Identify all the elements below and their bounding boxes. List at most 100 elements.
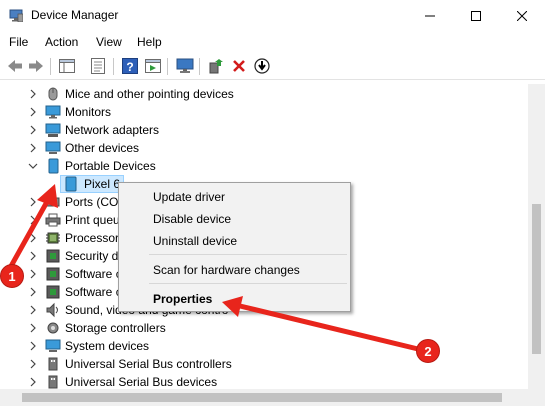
port-icon: [46, 197, 60, 207]
toolbar-separator: [167, 58, 168, 75]
chevron-right-icon[interactable]: [28, 89, 38, 99]
toolbar-separator: [199, 58, 200, 75]
update-driver-button[interactable]: [206, 57, 225, 75]
mouse-icon: [48, 87, 58, 101]
tree-item[interactable]: Network adapters: [4, 121, 524, 139]
menu-item-label: Uninstall device: [153, 234, 238, 248]
tree-item-label: Processors: [65, 231, 126, 245]
toolbar-separator: [50, 58, 51, 75]
minimize-icon: [425, 15, 435, 16]
toolbar: ?: [0, 53, 545, 80]
processor-icon: [46, 232, 60, 244]
tree-item-label: Universal Serial Bus devices: [65, 375, 218, 389]
minimize-button[interactable]: [407, 0, 453, 31]
chevron-right-icon[interactable]: [28, 305, 38, 315]
tree-item[interactable]: Other devices: [4, 139, 524, 157]
toolbar-separator: [113, 58, 114, 75]
show-hide-tree-button[interactable]: [57, 57, 76, 75]
tree-item-label: Monitors: [65, 105, 112, 119]
chevron-right-icon[interactable]: [28, 377, 38, 387]
menu-file[interactable]: File: [9, 35, 28, 49]
usb-icon: [48, 375, 58, 389]
vertical-scroll-thumb[interactable]: [532, 204, 541, 354]
run-icon: [144, 59, 161, 73]
menu-item-label: Properties: [153, 292, 213, 306]
chevron-right-icon[interactable]: [28, 323, 38, 333]
close-button[interactable]: [499, 0, 545, 31]
menu-action[interactable]: Action: [45, 35, 78, 49]
close-icon: [517, 10, 527, 21]
horizontal-scrollbar[interactable]: [0, 389, 528, 406]
vertical-scrollbar[interactable]: [528, 84, 545, 389]
usb-icon: [48, 357, 58, 371]
maximize-button[interactable]: [453, 0, 499, 31]
horizontal-scroll-thumb[interactable]: [22, 393, 502, 402]
uninstall-button[interactable]: [229, 57, 248, 75]
chevron-right-icon[interactable]: [28, 215, 38, 225]
other-device-icon: [45, 141, 61, 154]
menu-disable-device[interactable]: Disable device: [119, 207, 350, 229]
help-icon: ?: [121, 58, 138, 74]
forward-arrow-icon: [28, 60, 43, 72]
chevron-right-icon[interactable]: [28, 197, 38, 207]
chevron-right-icon[interactable]: [28, 125, 38, 135]
tree-item[interactable]: Universal Serial Bus controllers: [4, 355, 524, 373]
menu-properties[interactable]: Properties: [119, 287, 350, 309]
help-button[interactable]: ?: [120, 57, 139, 75]
tree-item[interactable]: Portable Devices: [4, 157, 524, 175]
tree-item[interactable]: Storage controllers: [4, 319, 524, 337]
chevron-right-icon[interactable]: [28, 233, 38, 243]
software-icon: [46, 267, 60, 281]
menu-view[interactable]: View: [96, 35, 122, 49]
tree-item-label: Other devices: [65, 141, 140, 155]
download-circle-icon: [253, 58, 270, 74]
step-badge-2: 2: [416, 339, 440, 363]
chevron-right-icon[interactable]: [28, 269, 38, 279]
menu-update-driver[interactable]: Update driver: [119, 185, 350, 207]
chevron-right-icon[interactable]: [28, 341, 38, 351]
update-driver-icon: [209, 59, 223, 74]
menu-help[interactable]: Help: [137, 35, 162, 49]
enable-device-button[interactable]: [252, 57, 271, 75]
title-bar: Device Manager: [0, 0, 545, 31]
scan-hardware-button[interactable]: [175, 57, 194, 75]
tree-item-label: Universal Serial Bus controllers: [65, 357, 232, 371]
menu-bar: File Action View Help: [0, 31, 545, 53]
menu-item-label: Scan for hardware changes: [153, 263, 300, 277]
printer-icon: [45, 213, 61, 227]
chevron-down-icon[interactable]: [28, 161, 38, 171]
chevron-right-icon[interactable]: [28, 107, 38, 117]
chevron-right-icon[interactable]: [28, 251, 38, 261]
menu-uninstall-device[interactable]: Uninstall device: [119, 229, 350, 251]
tree-item-label: Portable Devices: [65, 159, 156, 173]
properties-sheet-icon: [90, 58, 105, 74]
step-badge-1: 1: [0, 264, 24, 288]
monitor-icon: [45, 105, 61, 119]
tree-item-label: Network adapters: [65, 123, 160, 137]
show-hide-tree-icon: [58, 59, 75, 73]
tree-item-label: Software c: [65, 285, 122, 299]
system-device-icon: [45, 339, 61, 352]
window-title: Device Manager: [31, 8, 119, 22]
tree-item-label: Pixel 6: [84, 177, 121, 191]
storage-icon: [47, 322, 59, 334]
forward-button[interactable]: [26, 57, 45, 75]
maximize-icon: [471, 10, 481, 21]
tree-item[interactable]: Universal Serial Bus devices: [4, 373, 524, 389]
tree-item[interactable]: Monitors: [4, 103, 524, 121]
scroll-corner: [528, 389, 545, 406]
network-adapter-icon: [45, 123, 61, 137]
chevron-right-icon[interactable]: [28, 287, 38, 297]
device-manager-window: Device Manager File Action View Help ? M…: [0, 0, 545, 410]
tree-item-label: Storage controllers: [65, 321, 166, 335]
menu-item-label: Update driver: [153, 190, 226, 204]
chevron-right-icon[interactable]: [28, 359, 38, 369]
tree-item[interactable]: System devices: [4, 337, 524, 355]
tree-item[interactable]: Mice and other pointing devices: [4, 85, 524, 103]
device-manager-icon: [9, 9, 23, 22]
run-button[interactable]: [143, 57, 162, 75]
chevron-right-icon[interactable]: [28, 143, 38, 153]
back-button[interactable]: [5, 57, 24, 75]
properties-button[interactable]: [88, 57, 107, 75]
menu-scan-hardware[interactable]: Scan for hardware changes: [119, 258, 350, 280]
